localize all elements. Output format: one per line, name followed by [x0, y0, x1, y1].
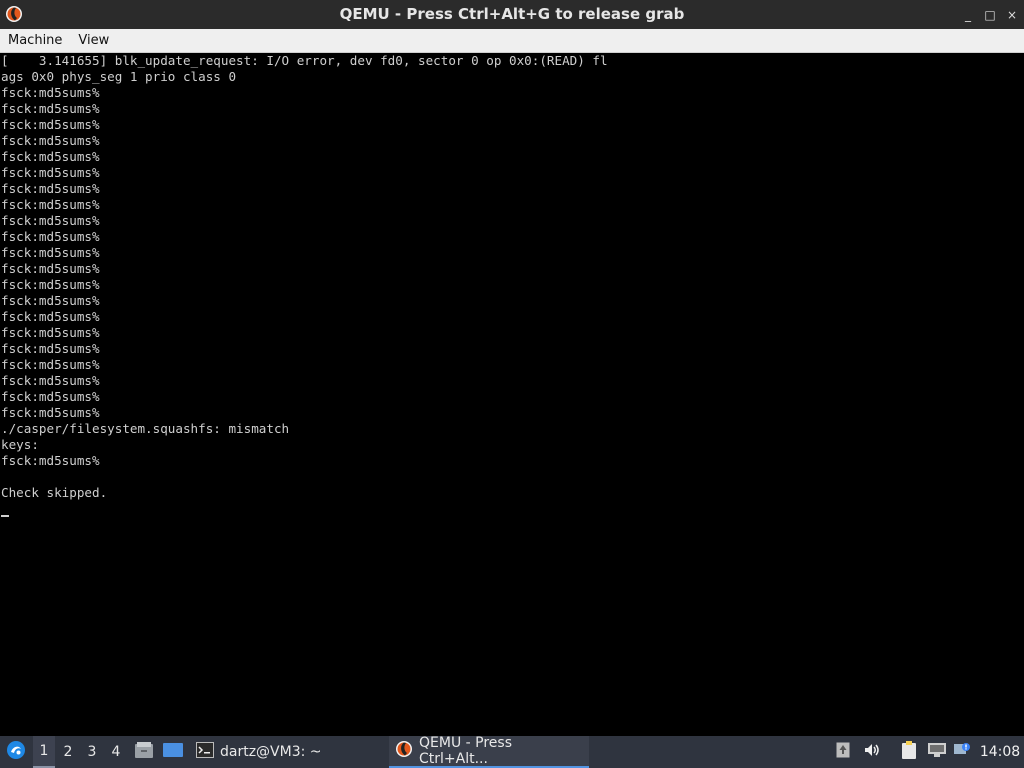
console-line: fsck:md5sums% [1, 213, 100, 228]
console-line: fsck:md5sums% [1, 293, 100, 308]
minimize-icon[interactable]: _ [960, 7, 976, 23]
console-line: ./casper/filesystem.squashfs: mismatch [1, 421, 290, 436]
console-line: keys: [1, 437, 39, 452]
tray-network[interactable] [926, 736, 948, 768]
console-line: fsck:md5sums% [1, 373, 100, 388]
console-line: Check skipped. [1, 485, 108, 500]
console-line: fsck:md5sums% [1, 149, 100, 164]
console-line: fsck:md5sums% [1, 261, 100, 276]
update-notifier-icon [836, 742, 850, 762]
console-line: fsck:md5sums% [1, 325, 100, 340]
tray-notifications[interactable] [952, 736, 972, 768]
volume-icon [863, 742, 881, 762]
start-menu-button[interactable] [4, 736, 28, 768]
clock[interactable]: 14:08 [978, 736, 1022, 768]
console-line: ags 0x0 phys_seg 1 prio class 0 [1, 69, 237, 84]
file-manager-launcher[interactable] [133, 736, 155, 768]
console-line: fsck:md5sums% [1, 245, 100, 260]
file-manager-icon [134, 741, 154, 763]
task-label: QEMU - Press Ctrl+Alt... [419, 735, 512, 767]
tray-updates[interactable] [834, 736, 852, 768]
tray-clipboard[interactable] [898, 736, 920, 768]
terminal-icon [196, 742, 214, 762]
console-line: fsck:md5sums% [1, 85, 100, 100]
workspace-1[interactable]: 1 [33, 736, 55, 768]
window-titlebar[interactable]: QEMU - Press Ctrl+Alt+G to release grab … [0, 0, 1024, 30]
taskbar: 1 2 3 4 dartz@VM3: ~ QEMU - Press Ctrl+A… [0, 735, 1024, 768]
console-line: fsck:md5sums% [1, 405, 100, 420]
console-line: fsck:md5sums% [1, 197, 100, 212]
clipboard-icon [900, 740, 918, 764]
console-line: fsck:md5sums% [1, 101, 100, 116]
close-icon[interactable]: × [1004, 7, 1020, 23]
console-line: fsck:md5sums% [1, 341, 100, 356]
menu-machine[interactable]: Machine [0, 29, 70, 52]
task-qemu[interactable]: QEMU - Press Ctrl+Alt... [389, 735, 589, 768]
console-line: fsck:md5sums% [1, 277, 100, 292]
task-label: dartz@VM3: ~ [220, 744, 322, 760]
notification-icon [953, 742, 971, 762]
console-line: [ 3.141655] blk_update_request: I/O erro… [1, 53, 608, 68]
console-line: fsck:md5sums% [1, 357, 100, 372]
show-desktop-launcher[interactable] [161, 736, 185, 768]
task-terminal[interactable]: dartz@VM3: ~ [190, 736, 332, 768]
workspace-2[interactable]: 2 [57, 736, 79, 768]
vm-console[interactable]: [ 3.141655] blk_update_request: I/O erro… [0, 53, 1024, 736]
console-line: fsck:md5sums% [1, 453, 100, 468]
console-line: fsck:md5sums% [1, 117, 100, 132]
lubuntu-logo-icon [6, 740, 26, 764]
console-line: fsck:md5sums% [1, 165, 100, 180]
menubar: Machine View [0, 29, 1024, 53]
console-line: fsck:md5sums% [1, 389, 100, 404]
console-line: fsck:md5sums% [1, 181, 100, 196]
network-icon [927, 742, 947, 762]
workspace-4[interactable]: 4 [105, 736, 127, 768]
text-cursor [1, 515, 9, 517]
tray-volume[interactable] [862, 736, 882, 768]
workspace-3[interactable]: 3 [81, 736, 103, 768]
console-line: fsck:md5sums% [1, 309, 100, 324]
desktop-icon [162, 741, 184, 763]
console-line: fsck:md5sums% [1, 133, 100, 148]
menu-view[interactable]: View [70, 29, 117, 52]
qemu-icon [395, 740, 413, 762]
console-line: fsck:md5sums% [1, 229, 100, 244]
maximize-icon[interactable]: □ [982, 7, 998, 23]
window-title: QEMU - Press Ctrl+Alt+G to release grab [339, 5, 685, 23]
